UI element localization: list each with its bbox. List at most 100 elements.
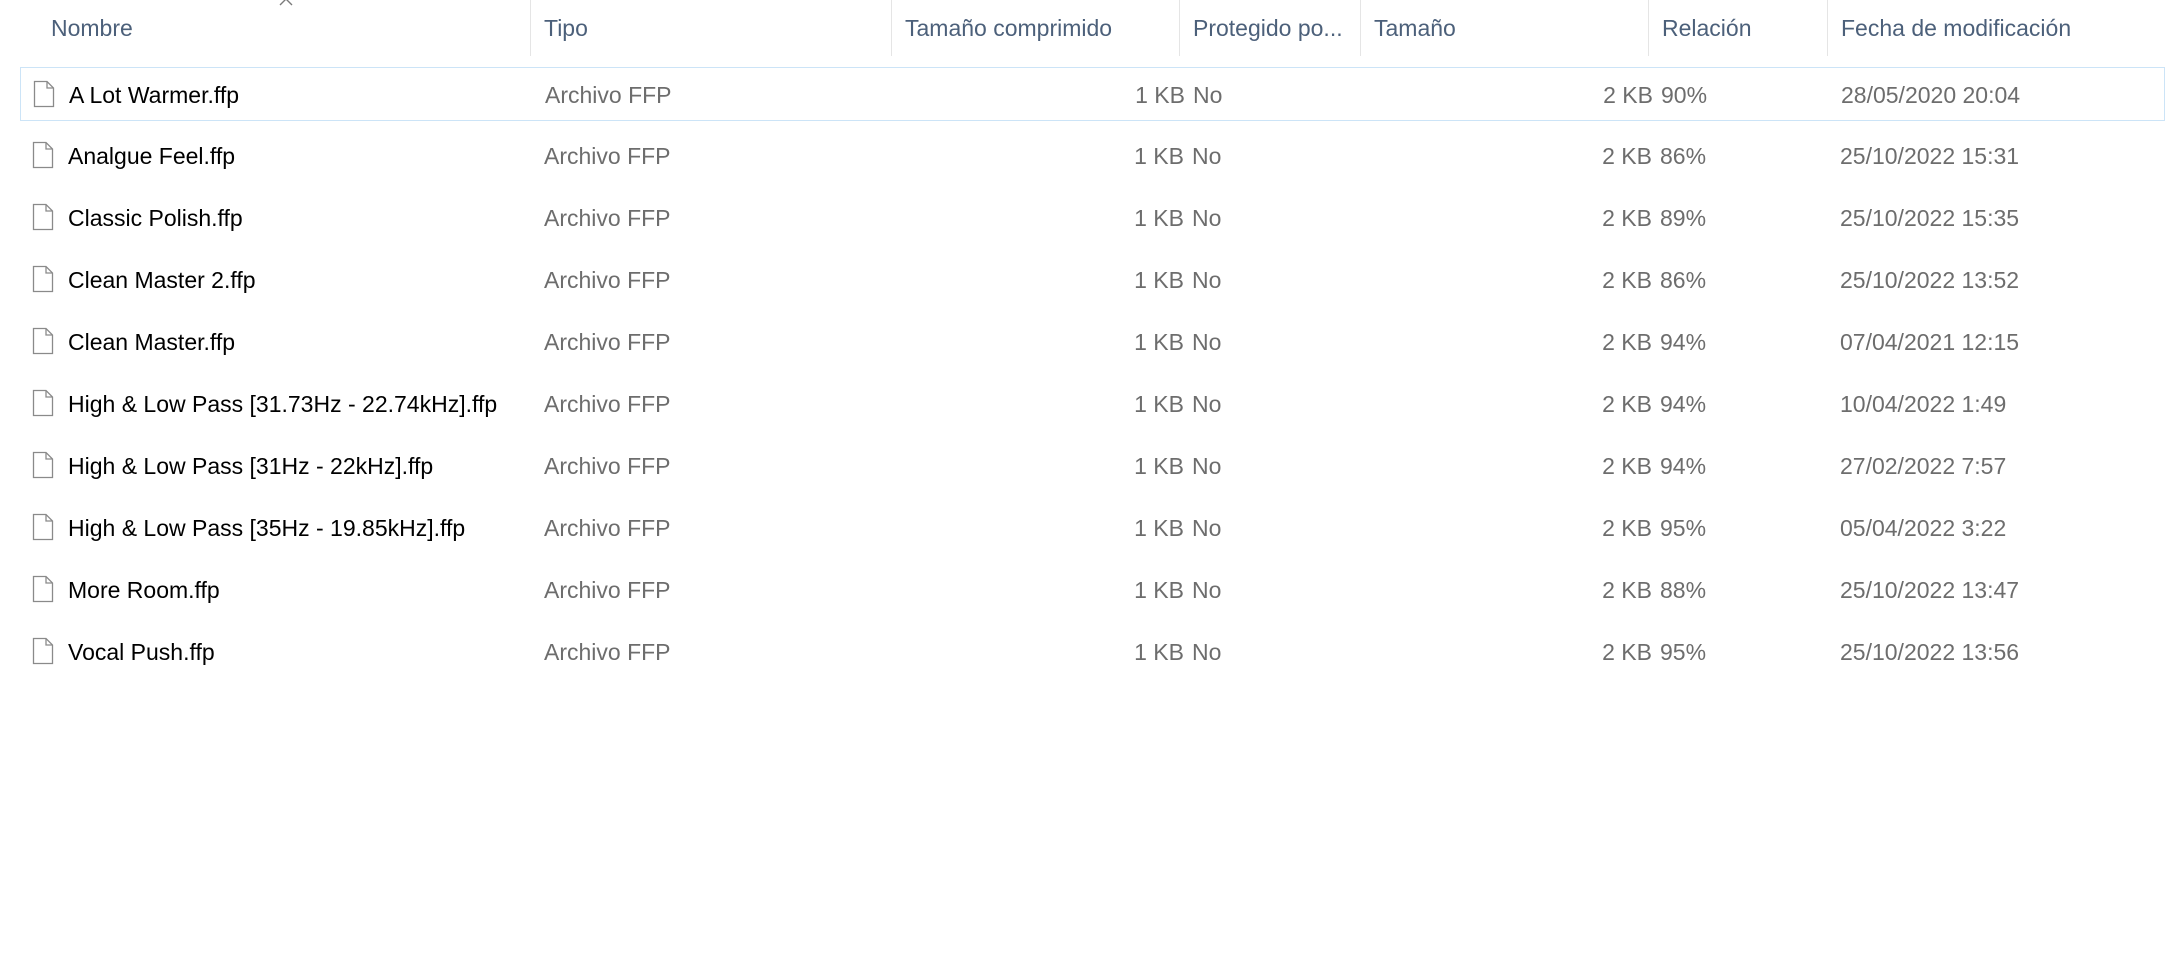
file-icon: [32, 265, 54, 293]
file-type: Archivo FFP: [544, 639, 671, 665]
file-ratio: 86%: [1660, 143, 1707, 169]
file-row[interactable]: Analgue Feel.ffp Archivo FFP 1 KB No 2 KB 86%…: [20, 129, 2165, 183]
column-header-ratio[interactable]: Relación: [1649, 0, 1827, 56]
file-name: More Room.ffp: [68, 577, 220, 603]
file-row[interactable]: Clean Master 2.ffp Archivo FFP 1 KB No 2 KB 8…: [20, 253, 2165, 307]
file-icon: [32, 141, 54, 169]
file-type: Archivo FFP: [544, 453, 671, 479]
column-header-ratio-label: Relación: [1662, 15, 1752, 41]
file-ratio: 95%: [1660, 639, 1707, 665]
file-icon: [32, 451, 54, 479]
file-type: Archivo FFP: [544, 143, 671, 169]
file-row[interactable]: A Lot Warmer.ffp Archivo FFP 1 KB No 2 KB 90%…: [20, 67, 2165, 121]
file-compressed: 1 KB: [1134, 515, 1184, 541]
file-protected: No: [1193, 82, 1223, 108]
file-size: 2 KB: [1602, 639, 1652, 665]
file-modified: 07/04/2021 12:15: [1840, 329, 2020, 355]
column-header-name-label: Nombre: [51, 15, 133, 41]
file-type: Archivo FFP: [544, 329, 671, 355]
file-ratio: 86%: [1660, 267, 1707, 293]
file-row[interactable]: High & Low Pass [31.73Hz - 22.74kHz].ffp…: [20, 377, 2165, 431]
file-type: Archivo FFP: [544, 577, 671, 603]
file-compressed: 1 KB: [1134, 453, 1184, 479]
file-compressed: 1 KB: [1135, 82, 1185, 108]
file-name: High & Low Pass [31Hz - 22kHz].ffp: [68, 453, 434, 479]
file-protected: No: [1192, 577, 1222, 603]
file-name: Clean Master.ffp: [68, 329, 236, 355]
file-protected: No: [1192, 453, 1222, 479]
file-ratio: 94%: [1660, 391, 1707, 417]
file-type: Archivo FFP: [544, 515, 671, 541]
file-icon: [32, 327, 54, 355]
file-type: Archivo FFP: [544, 205, 671, 231]
file-icon: [32, 203, 54, 231]
column-header-modified-label: Fecha de modificación: [1841, 15, 2072, 41]
file-ratio: 89%: [1660, 205, 1707, 231]
file-list: Nombre Tipo Tamaño comprimido Protegido …: [0, 0, 2165, 956]
file-compressed: 1 KB: [1134, 639, 1184, 665]
file-protected: No: [1192, 267, 1222, 293]
file-compressed: 1 KB: [1134, 205, 1184, 231]
file-size: 2 KB: [1602, 267, 1652, 293]
file-type: Archivo FFP: [544, 267, 671, 293]
file-modified: 10/04/2022 1:49: [1840, 391, 2007, 417]
file-ratio: 88%: [1660, 577, 1707, 603]
file-size: 2 KB: [1602, 329, 1652, 355]
file-compressed: 1 KB: [1134, 577, 1184, 603]
file-protected: No: [1192, 329, 1222, 355]
file-icon: [32, 389, 54, 417]
file-protected: No: [1192, 515, 1222, 541]
file-compressed: 1 KB: [1134, 329, 1184, 355]
file-row[interactable]: High & Low Pass [35Hz - 19.85kHz].ffp Arc…: [20, 501, 2165, 555]
column-header-compressed-size-label: Tamaño comprimido: [905, 15, 1113, 41]
file-modified: 25/10/2022 13:56: [1840, 639, 2020, 665]
file-modified: 25/10/2022 15:35: [1840, 205, 2020, 231]
file-modified: 25/10/2022 13:52: [1840, 267, 2020, 293]
file-row[interactable]: Vocal Push.ffp Archivo FFP 1 KB No 2 KB 95% 25…: [20, 625, 2165, 679]
file-name: Classic Polish.ffp: [68, 205, 243, 231]
column-header-type-label: Tipo: [544, 15, 588, 41]
file-type: Archivo FFP: [544, 391, 671, 417]
file-icon: [33, 80, 55, 108]
column-header-size-label: Tamaño: [1374, 15, 1456, 41]
file-size: 2 KB: [1603, 82, 1653, 108]
column-header-size[interactable]: Tamaño: [1361, 0, 1648, 56]
file-size: 2 KB: [1602, 515, 1652, 541]
file-ratio: 94%: [1660, 453, 1707, 479]
file-modified: 28/05/2020 20:04: [1841, 82, 2021, 108]
file-compressed: 1 KB: [1134, 143, 1184, 169]
file-modified: 27/02/2022 7:57: [1840, 453, 2007, 479]
column-header-type[interactable]: Tipo: [531, 0, 891, 56]
column-header-name[interactable]: Nombre: [38, 0, 528, 56]
file-row[interactable]: Classic Polish.ffp Archivo FFP 1 KB No 2 KB 8…: [20, 191, 2165, 245]
file-protected: No: [1192, 639, 1222, 665]
file-row[interactable]: Clean Master.ffp Archivo FFP 1 KB No 2 KB 94%…: [20, 315, 2165, 369]
file-ratio: 90%: [1661, 82, 1708, 108]
file-name: High & Low Pass [35Hz - 19.85kHz].ffp: [68, 515, 466, 541]
file-modified: 25/10/2022 13:47: [1840, 577, 2020, 603]
file-name: A Lot Warmer.ffp: [69, 82, 240, 108]
file-size: 2 KB: [1602, 453, 1652, 479]
file-icon: [32, 637, 54, 665]
file-ratio: 95%: [1660, 515, 1707, 541]
file-compressed: 1 KB: [1134, 391, 1184, 417]
file-row[interactable]: High & Low Pass [31Hz - 22kHz].ffp Archiv…: [20, 439, 2165, 493]
file-icon: [32, 575, 54, 603]
chevron-up-icon: [279, 0, 293, 6]
file-size: 2 KB: [1602, 577, 1652, 603]
file-name: High & Low Pass [31.73Hz - 22.74kHz].ffp: [68, 391, 498, 417]
file-protected: No: [1192, 205, 1222, 231]
file-compressed: 1 KB: [1134, 267, 1184, 293]
file-modified: 05/04/2022 3:22: [1840, 515, 2007, 541]
file-row[interactable]: More Room.ffp Archivo FFP 1 KB No 2 KB 88% 25/…: [20, 563, 2165, 617]
column-header-protected[interactable]: Protegido po...: [1180, 0, 1360, 56]
column-header-modified[interactable]: Fecha de modificación: [1828, 0, 2165, 56]
column-header-compressed-size[interactable]: Tamaño comprimido: [892, 0, 1179, 56]
file-type: Archivo FFP: [545, 82, 672, 108]
file-protected: No: [1192, 391, 1222, 417]
file-icon: [32, 513, 54, 541]
file-size: 2 KB: [1602, 205, 1652, 231]
file-name: Analgue Feel.ffp: [68, 143, 236, 169]
file-protected: No: [1192, 143, 1222, 169]
file-modified: 25/10/2022 15:31: [1840, 143, 2020, 169]
